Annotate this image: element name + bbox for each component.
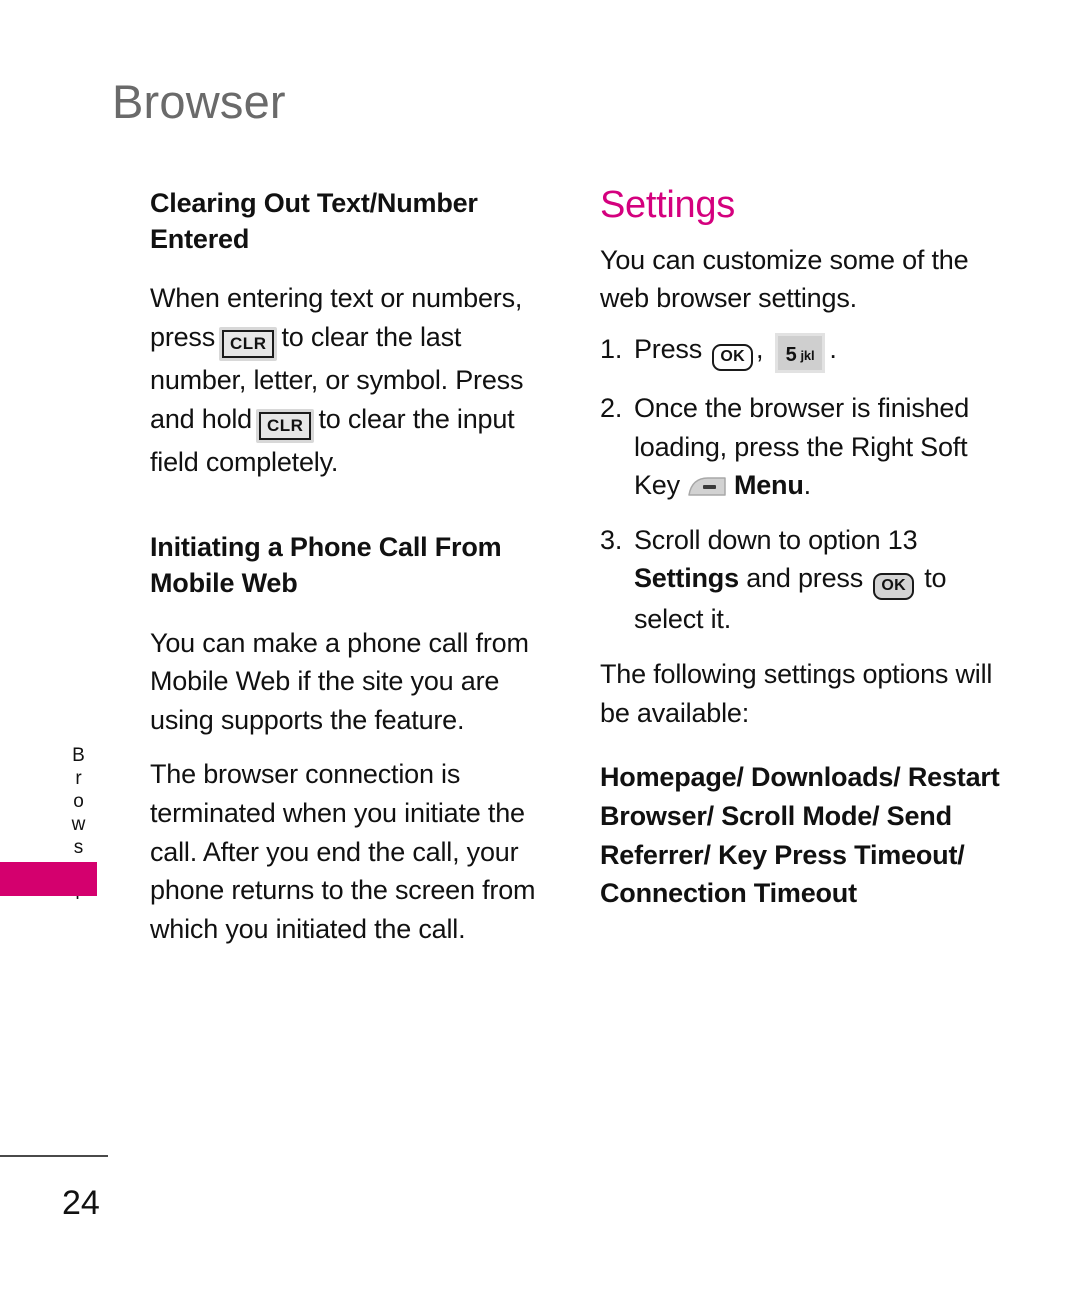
step-number: 2. [600, 393, 623, 424]
footer-divider [0, 1155, 108, 1157]
step-text-part: Scroll down to option 13 [634, 524, 918, 555]
settings-steps-list: 1. Press OK, 5 jkl. 2. Once the browser i… [600, 330, 1000, 639]
clr-key-label: CLR [222, 329, 275, 358]
step-text-part: . [803, 470, 812, 501]
clr-key-icon: CLR [256, 408, 315, 443]
settings-heading: Settings [600, 184, 735, 226]
ok-key-icon: OK [873, 573, 914, 601]
right-column: Settings You can customize some of the w… [600, 184, 1000, 913]
number-key-digit: 5 [785, 344, 797, 367]
step-bold-label: Settings [634, 563, 739, 594]
left-column: Clearing Out Text/Number Entered When en… [150, 185, 550, 948]
step-text-part: Press [634, 334, 703, 365]
step-text-part: and press [746, 563, 864, 594]
step-separator: , [755, 334, 764, 365]
section-heading-phone-call: Initiating a Phone Call From Mobile Web [150, 532, 502, 599]
settings-closing-note: The following settings options will be a… [600, 659, 993, 728]
step-text-part: . [829, 334, 837, 365]
step-item: 1. Press OK, 5 jkl. [600, 330, 1000, 374]
clr-key-label: CLR [259, 411, 312, 440]
step-body: Press OK, 5 jkl. [634, 330, 1000, 374]
settings-intro-text: You can customize some of the web browse… [600, 244, 969, 314]
page-title: Browser [112, 75, 286, 128]
section-heading-clearing-text: Clearing Out Text/Number Entered [150, 188, 478, 255]
side-tab-marker [0, 862, 97, 896]
step-body: Scroll down to option 13 Settings and pr… [634, 521, 1000, 639]
step-body: Once the browser is finished loading, pr… [634, 389, 1000, 505]
ok-key-icon: OK [712, 344, 753, 372]
number-key-letters: jkl [800, 348, 815, 364]
step-item: 2. Once the browser is finished loading,… [600, 389, 1000, 505]
step-number: 1. [600, 334, 623, 365]
paragraph-phone-call-detail: The browser connection is terminated whe… [150, 759, 536, 944]
step-item: 3. Scroll down to option 13 Settings and… [600, 521, 1000, 639]
step-bold-label: Menu [733, 470, 804, 501]
right-soft-key-icon [686, 475, 728, 499]
clr-key-icon: CLR [219, 326, 278, 361]
step-number: 3. [600, 524, 623, 555]
page-number: 24 [62, 1184, 100, 1222]
paragraph-clearing-text: When entering text or numbers, press CLR t… [150, 279, 550, 481]
settings-options-list: Homepage/ Downloads/ Restart Browser/ Sc… [600, 762, 1000, 909]
number-key-5-icon: 5 jkl [774, 333, 826, 374]
paragraph-phone-call-intro: You can make a phone call from Mobile We… [150, 627, 529, 735]
